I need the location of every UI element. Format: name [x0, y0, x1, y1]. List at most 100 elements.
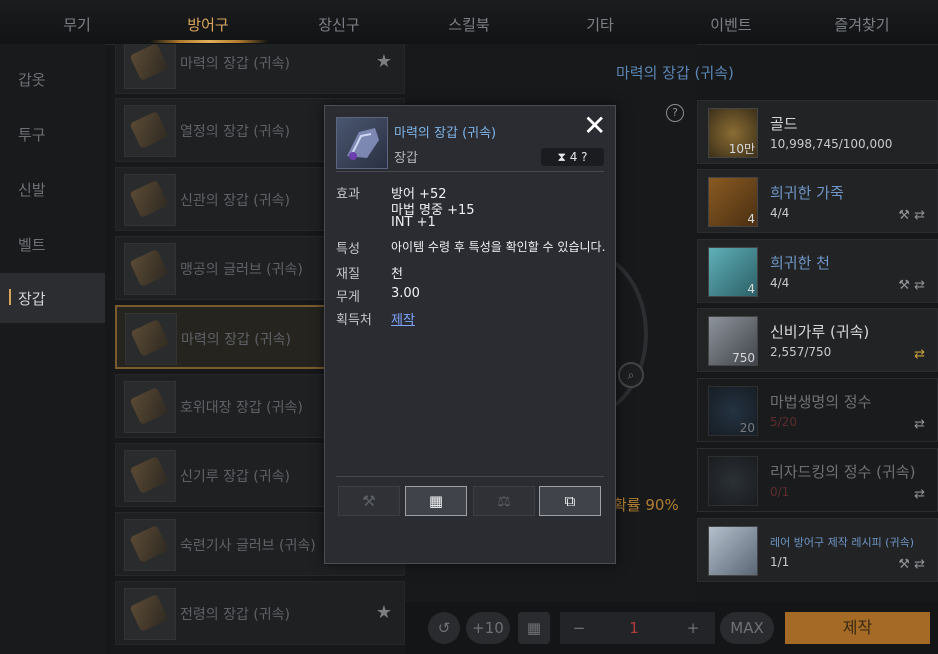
favorite-star-icon[interactable]: ★: [376, 602, 392, 623]
material-qty: 20: [739, 421, 755, 435]
exchange-icon[interactable]: ⇄: [914, 347, 925, 362]
material-count: 10,998,745/100,000: [770, 137, 893, 151]
material-count: 2,557/750: [770, 345, 832, 359]
help-icon[interactable]: ?: [666, 104, 684, 122]
materials-list: 10만 골드 10,998,745/100,000 4 희귀한 가죽 4/4 ⚒…: [697, 100, 938, 590]
mystic-powder-icon: 750: [708, 316, 758, 366]
item-thumbnail: [124, 243, 176, 295]
item-thumbnail: [124, 381, 176, 433]
trait-value: 아이템 수령 후 특성을 확인할 수 있습니다.: [391, 240, 606, 254]
material-actions[interactable]: ⚒ ⇄: [898, 557, 925, 572]
item-tooltip: 마력의 장갑 (귀속) 장갑 ✕ ⧗ 4 ? 효과 방어 +52 마법 명중 +…: [324, 105, 616, 564]
tab-armor[interactable]: 방어구: [187, 14, 228, 35]
anvil-icon[interactable]: ⚒: [338, 486, 400, 516]
stat-line: INT +1: [391, 215, 436, 230]
lizard-king-essence-icon: [708, 456, 758, 506]
sidebar-item-label: 장갑: [18, 290, 46, 308]
material-actions[interactable]: ⇄: [914, 487, 925, 502]
tooltip-type: 장갑: [394, 151, 418, 166]
sidebar-item-gloves[interactable]: 장갑: [0, 273, 105, 323]
sidebar-item-armor[interactable]: 갑옷: [0, 54, 105, 104]
item-name: 호위대장 장갑 (귀속): [180, 400, 303, 416]
material-actions[interactable]: ⇄: [914, 347, 925, 362]
material-label: 재질: [336, 267, 360, 282]
craft-tool-icon[interactable]: ⚒: [898, 557, 910, 572]
material-qty: 4: [747, 282, 755, 296]
sidebar-item-label: 투구: [18, 126, 46, 144]
sidebar-item-helmet[interactable]: 투구: [0, 109, 105, 159]
item-thumbnail: [124, 44, 176, 89]
exchange-icon[interactable]: ⇄: [914, 208, 925, 223]
leather-icon: 4: [708, 177, 758, 227]
scale-icon[interactable]: ⚖: [473, 486, 535, 516]
item-name: 신기루 장갑 (귀속): [180, 469, 290, 485]
sidebar-item-belt[interactable]: 벨트: [0, 219, 105, 269]
item-name: 열정의 장갑 (귀속): [180, 124, 290, 140]
compare-grid-icon[interactable]: ▦: [405, 486, 467, 516]
material-name: 레어 방어구 제작 레시피 (귀속): [770, 536, 915, 549]
item-thumbnail: [124, 519, 176, 571]
craft-button[interactable]: 제작: [785, 612, 930, 644]
calculator-icon[interactable]: ▦: [518, 612, 550, 644]
exchange-icon[interactable]: ⇄: [914, 557, 925, 572]
source-link[interactable]: 제작: [391, 309, 415, 328]
item-thumbnail: [124, 588, 176, 640]
craft-tool-icon[interactable]: ⚒: [898, 208, 910, 223]
sidebar-item-label: 갑옷: [18, 71, 46, 89]
material-count: 5/20: [770, 415, 797, 429]
recipe-scroll-icon: [708, 526, 758, 576]
success-rate: 확률 90%: [613, 496, 679, 514]
divider: [336, 476, 604, 477]
list-item[interactable]: 마력의 장갑 (귀속) ★: [115, 44, 405, 94]
exchange-icon[interactable]: ⇄: [914, 487, 925, 502]
material-item: 레어 방어구 제작 레시피 (귀속) 1/1 ⚒ ⇄: [697, 518, 938, 582]
weight-label: 무게: [336, 290, 360, 305]
enhance-badge: ⧗ 4 ?: [541, 148, 604, 166]
tab-favorites[interactable]: 즐겨찾기: [834, 14, 889, 35]
material-qty: 750: [732, 351, 755, 365]
material-count: 4/4: [770, 276, 790, 290]
item-thumbnail: [124, 450, 176, 502]
gold-coin-icon: 10만: [708, 108, 758, 158]
item-compare-icon[interactable]: ⧉: [539, 486, 601, 516]
reset-icon[interactable]: ↺: [428, 612, 460, 644]
favorite-star-icon[interactable]: ★: [376, 51, 392, 72]
quantity-value[interactable]: 1: [612, 612, 656, 644]
material-item: 4 희귀한 천 4/4 ⚒ ⇄: [697, 239, 938, 303]
craft-tool-icon[interactable]: ⚒: [898, 278, 910, 293]
sidebar-item-label: 벨트: [18, 236, 46, 254]
magnifier-icon[interactable]: ⌕: [618, 362, 644, 388]
material-item: 4 희귀한 가죽 4/4 ⚒ ⇄: [697, 169, 938, 233]
material-value: 천: [391, 267, 403, 282]
plus10-button[interactable]: +10: [466, 612, 510, 644]
material-name: 마법생명의 정수: [770, 393, 872, 411]
item-name: 마력의 장갑 (귀속): [180, 56, 290, 72]
material-count: 0/1: [770, 485, 790, 499]
tab-skillbook[interactable]: 스킬북: [448, 14, 489, 35]
item-name: 신관의 장갑 (귀속): [180, 193, 290, 209]
subcategory-sidebar: 갑옷 투구 신발 벨트 장갑: [0, 44, 105, 654]
item-thumbnail: [124, 105, 176, 157]
material-name: 희귀한 가죽: [770, 184, 844, 202]
item-name: 맹공의 글러브 (귀속): [180, 262, 303, 278]
sidebar-item-boots[interactable]: 신발: [0, 164, 105, 214]
material-item: 10만 골드 10,998,745/100,000: [697, 100, 938, 164]
list-item[interactable]: 전령의 장갑 (귀속) ★: [115, 581, 405, 645]
item-name: 숙련기사 글러브 (귀속): [180, 538, 316, 554]
max-button[interactable]: MAX: [720, 612, 774, 644]
tab-weapon[interactable]: 무기: [63, 14, 91, 35]
plus-button[interactable]: +: [678, 612, 708, 644]
tab-etc[interactable]: 기타: [586, 14, 614, 35]
minus-button[interactable]: −: [564, 612, 594, 644]
sidebar-item-label: 신발: [18, 181, 46, 199]
material-actions[interactable]: ⚒ ⇄: [898, 208, 925, 223]
material-actions[interactable]: ⚒ ⇄: [898, 278, 925, 293]
item-name: 마력의 장갑 (귀속): [181, 332, 291, 348]
material-actions[interactable]: ⇄: [914, 417, 925, 432]
tab-accessory[interactable]: 장신구: [318, 14, 359, 35]
material-qty: 4: [747, 212, 755, 226]
exchange-icon[interactable]: ⇄: [914, 278, 925, 293]
close-icon[interactable]: ✕: [583, 112, 606, 140]
tab-event[interactable]: 이벤트: [710, 14, 751, 35]
exchange-icon[interactable]: ⇄: [914, 417, 925, 432]
